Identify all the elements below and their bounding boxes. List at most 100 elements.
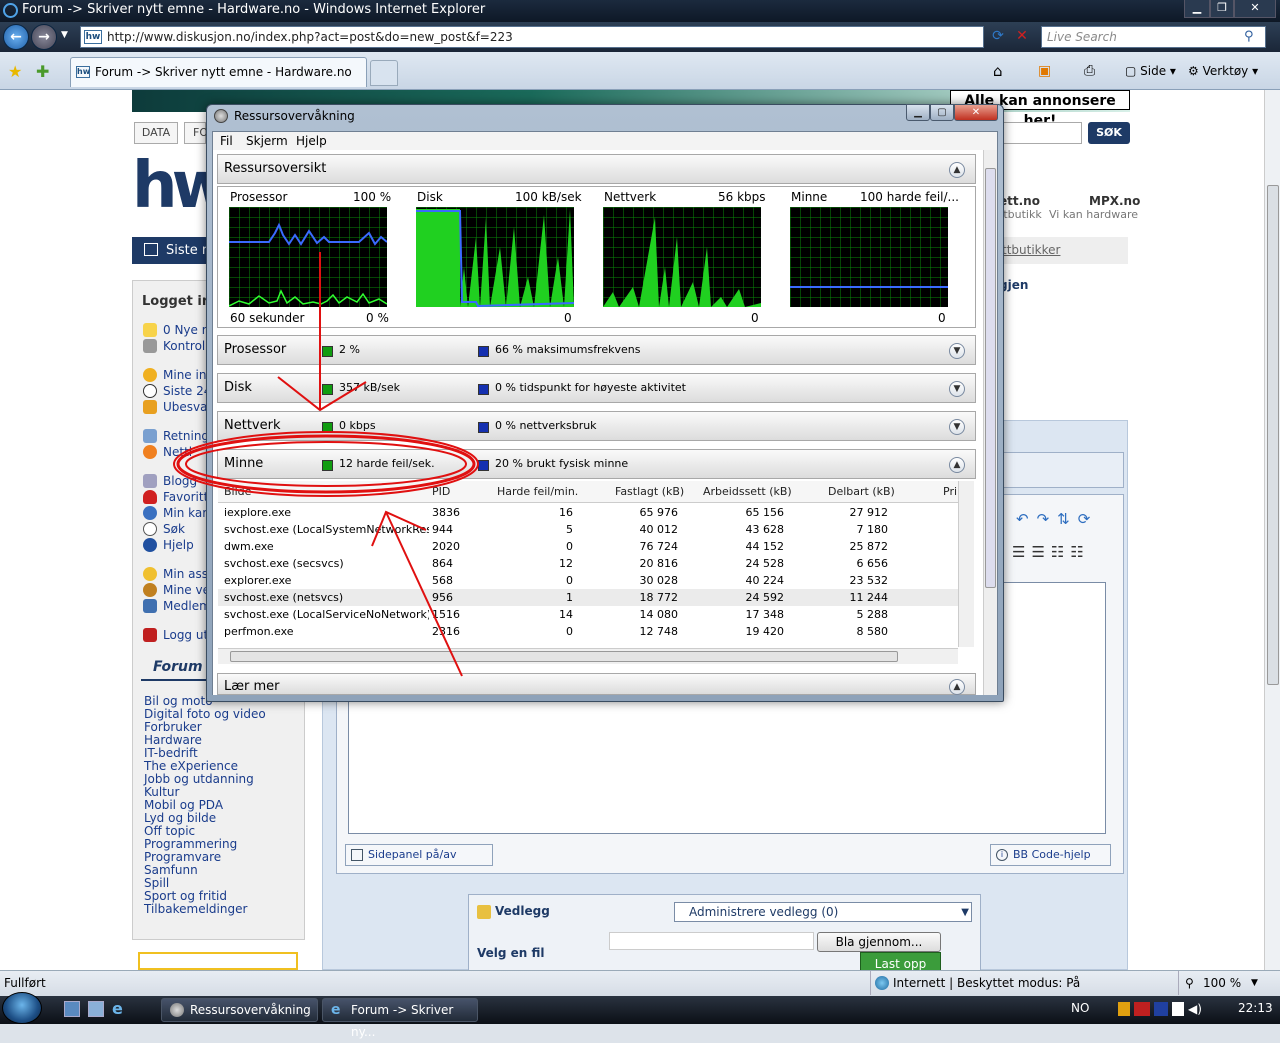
bbcode-help-button[interactable]: i BB Code-hjelp	[990, 844, 1111, 866]
forum-link[interactable]: Tilbakemeldinger	[144, 903, 247, 916]
forum-tab[interactable]: FO	[184, 122, 208, 144]
table-hscroll-thumb[interactable]	[230, 651, 898, 662]
site-search-button[interactable]: SØK	[1088, 122, 1130, 144]
live-search-input[interactable]: Live Search	[1041, 26, 1266, 48]
table-row[interactable]: svchost.exe (LocalServiceNoNetwork) 1516 1…	[218, 606, 958, 623]
section-overview[interactable]: Ressursoversikt ▲	[217, 154, 976, 184]
right-tab[interactable]: ttbutikker	[998, 237, 1128, 264]
table-hscrollbar[interactable]	[218, 648, 958, 664]
chevron-up-icon[interactable]: ▲	[949, 457, 965, 473]
tools-menu[interactable]: ⚙ Verktøy ▾	[1188, 62, 1258, 80]
maximize-button[interactable]: ❐	[1210, 0, 1234, 18]
add-favorites-icon[interactable]: ✚	[36, 62, 49, 81]
col-shareable[interactable]: Delbart (kB)	[828, 481, 895, 503]
feeds-icon[interactable]: ▣	[1038, 62, 1051, 80]
table-row[interactable]: explorer.exe 568 0 30 028 40 224 23 532	[218, 572, 958, 589]
table-row[interactable]: perfmon.exe 2316 0 12 748 19 420 8 580	[218, 623, 958, 640]
resmon-minimize-button[interactable]: ▁	[906, 104, 930, 121]
new-tab-button[interactable]	[370, 60, 398, 86]
sidebar-link[interactable]: Logg ut	[163, 628, 208, 642]
page-scrollbar[interactable]	[1264, 90, 1280, 970]
sidebar-link[interactable]: Medlem	[163, 599, 211, 613]
back-button[interactable]: ←	[3, 24, 29, 50]
refresh-icon[interactable]: ⟳	[988, 28, 1008, 46]
browse-button[interactable]: Bla gjennom...	[817, 932, 941, 952]
attachment-select[interactable]: Administrere vedlegg (0) ▼	[674, 902, 972, 922]
chevron-down-icon[interactable]: ▼	[949, 343, 965, 359]
resmon-maximize-button[interactable]: ▢	[930, 104, 954, 121]
table-row[interactable]: iexplore.exe 3836 16 65 976 65 156 27 912	[218, 504, 958, 521]
file-path-input[interactable]	[609, 932, 814, 950]
start-button[interactable]	[2, 992, 42, 1024]
sidebar-link[interactable]: Nettl	[163, 445, 192, 459]
undo-redo-icons[interactable]: ↶↷⇅⟳	[1016, 510, 1112, 534]
sidebar-link[interactable]: Søk	[163, 522, 185, 536]
section-cpu[interactable]: Prosessor 2 % 66 % maksimumsfrekvens ▼	[217, 335, 976, 365]
col-working-set[interactable]: Arbeidssett (kB)	[703, 481, 792, 503]
sidebar-link[interactable]: Mine inr	[163, 368, 211, 382]
sidebar-link[interactable]: Retning	[163, 429, 209, 443]
col-private[interactable]: Pri	[943, 481, 957, 503]
favorites-star-icon[interactable]: ★	[8, 62, 22, 81]
page-menu[interactable]: ▢ Side ▾	[1125, 62, 1176, 80]
zoom-control[interactable]: ⚲ 100 % ▼	[1178, 971, 1268, 995]
section-disk[interactable]: Disk 357 kB/sek 0 % tidspunkt for høyest…	[217, 373, 976, 403]
sidebar-link[interactable]: Kontroll	[163, 339, 209, 353]
page-scroll-thumb[interactable]	[1267, 185, 1279, 685]
brand-prisjakt[interactable]: ett.no	[999, 194, 1040, 208]
resmon-close-button[interactable]: ✕	[954, 104, 998, 121]
brand-mpx[interactable]: MPX.no	[1089, 194, 1140, 208]
sidebar-link[interactable]: Min ass	[163, 567, 208, 581]
sidebar-link[interactable]: Blogg	[163, 474, 197, 488]
print-icon[interactable]: ⎙	[1084, 62, 1095, 80]
table-row[interactable]: dwm.exe 2020 0 76 724 44 152 25 872	[218, 538, 958, 555]
data-tab[interactable]: DATA	[134, 122, 178, 144]
tray-icons[interactable]: ◀)	[1100, 998, 1205, 1020]
col-pid[interactable]: PID	[432, 481, 450, 503]
sidebar-ad[interactable]	[138, 952, 298, 970]
security-zone[interactable]: Internett | Beskyttet modus: På	[870, 971, 1170, 995]
section-learn-more[interactable]: Lær mer ▲	[217, 673, 976, 695]
home-icon[interactable]: ⌂	[993, 62, 1003, 80]
clock[interactable]: 22:13	[1238, 1001, 1273, 1015]
section-network[interactable]: Nettverk 0 kbps 0 % nettverksbruk ▼	[217, 411, 976, 441]
chevron-up-icon[interactable]: ▲	[949, 679, 965, 695]
sidebar-link[interactable]: Favoritt	[163, 490, 208, 504]
language-indicator[interactable]: NO	[1071, 1001, 1089, 1015]
menu-hjelp[interactable]: Hjelp	[296, 132, 327, 150]
chevron-down-icon[interactable]: ▼	[949, 419, 965, 435]
sidebar-link[interactable]: Ubesva	[163, 400, 208, 414]
siste-nytt-button[interactable]: Siste n	[132, 237, 212, 264]
table-row[interactable]: svchost.exe (secsvcs) 864 12 20 816 24 528 6 …	[218, 555, 958, 572]
chevron-up-icon[interactable]: ▲	[949, 162, 965, 178]
table-vscrollbar[interactable]	[958, 481, 974, 647]
hw-logo[interactable]: hw	[132, 152, 231, 220]
forward-button[interactable]: →	[31, 24, 57, 50]
minimize-button[interactable]: ▁	[1184, 0, 1210, 18]
section-memory[interactable]: Minne 12 harde feil/sek. 20 % brukt fysi…	[217, 449, 976, 479]
col-image[interactable]: Bilde	[224, 481, 251, 503]
table-row[interactable]: svchost.exe (LocalSystemNetworkRest... 94…	[218, 521, 958, 538]
address-bar[interactable]: hw http://www.diskusjon.no/index.php?act…	[80, 26, 984, 48]
sidebar-link[interactable]: Min kar	[163, 506, 207, 520]
resmon-scrollbar[interactable]	[983, 150, 997, 695]
align-list-icons[interactable]: ☰☰☷☷	[1012, 543, 1116, 565]
history-dropdown-icon[interactable]: ▼	[61, 30, 68, 40]
table-row[interactable]: svchost.exe (netsvcs) 956 1 18 772 24 592 11 …	[218, 589, 958, 606]
sidebar-link[interactable]: Mine ve	[163, 583, 210, 597]
col-hard-faults[interactable]: Harde feil/min.	[497, 481, 578, 503]
chevron-down-icon[interactable]: ▼	[949, 381, 965, 397]
search-icon[interactable]: ⚲	[1244, 29, 1254, 44]
taskbar-item-ie[interactable]: e Forum -> Skriver ny...	[322, 998, 478, 1039]
close-button[interactable]: ✕	[1234, 0, 1276, 18]
resmon-scroll-thumb[interactable]	[985, 168, 996, 588]
ie-quicklaunch-icon[interactable]: e	[112, 999, 123, 1018]
sidepanel-toggle-button[interactable]: Sidepanel på/av	[345, 844, 493, 866]
sidebar-link[interactable]: Hjelp	[163, 538, 194, 552]
taskbar-item-resmon[interactable]: Ressursovervåkning	[161, 998, 318, 1022]
menu-fil[interactable]: Fil	[220, 132, 233, 150]
sidebar-link[interactable]: Siste 24	[163, 384, 211, 398]
stop-icon[interactable]: ✕	[1012, 28, 1032, 46]
switch-windows-icon[interactable]	[88, 1001, 104, 1017]
menu-skjerm[interactable]: Skjerm	[246, 132, 288, 150]
